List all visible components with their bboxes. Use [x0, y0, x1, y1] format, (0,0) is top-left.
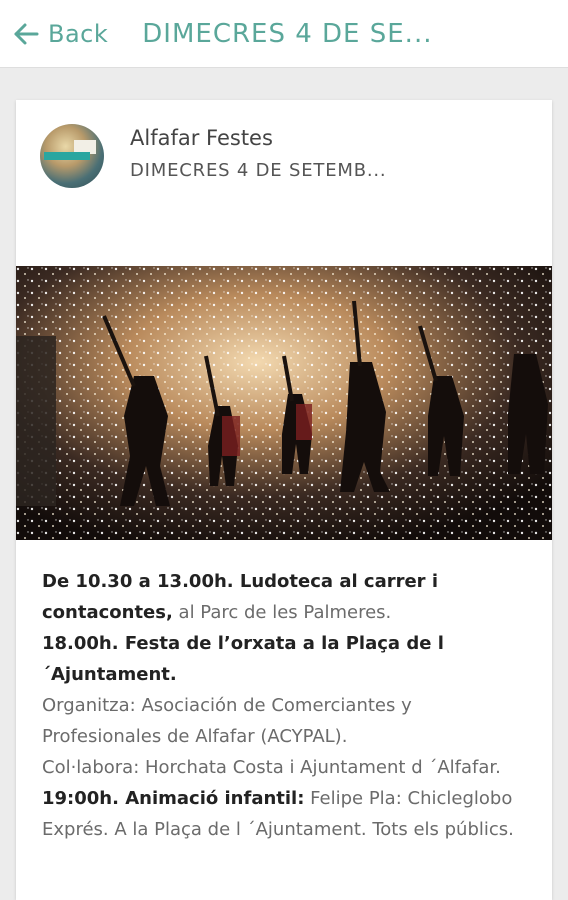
- paragraph-text: al Parc de les Palmeres.: [172, 602, 392, 623]
- back-button[interactable]: Back: [12, 20, 108, 48]
- back-label: Back: [48, 19, 109, 48]
- paragraph-bold: 19:00h. Animació infantil:: [42, 788, 305, 809]
- paragraph-bold: 18.00h. Festa de l’orxata a la Plaça de …: [42, 633, 444, 685]
- post-card: Alfafar Festes DIMECRES 4 DE SETEMB... D…: [16, 100, 552, 900]
- paragraph: Col·labora: Horchata Costa i Ajuntament …: [42, 757, 501, 778]
- paragraph: 19:00h. Animació infantil: Felipe Pla: C…: [42, 783, 522, 845]
- avatar[interactable]: [40, 124, 104, 188]
- app-header: Back DIMECRES 4 DE SE...: [0, 0, 568, 68]
- paragraph: Organitza: Asociación de Comerciantes y …: [42, 695, 412, 747]
- arrow-left-icon: [14, 23, 39, 44]
- post-header: Alfafar Festes DIMECRES 4 DE SETEMB...: [16, 100, 552, 266]
- post-subtitle: DIMECRES 4 DE SETEMB...: [130, 160, 387, 181]
- post-body: De 10.30 a 13.00h. Ludoteca al carrer i …: [42, 566, 522, 845]
- post-author: Alfafar Festes: [130, 126, 273, 150]
- paragraph: De 10.30 a 13.00h. Ludoteca al carrer i …: [42, 566, 522, 628]
- page-title: DIMECRES 4 DE SE...: [142, 18, 433, 49]
- post-image[interactable]: [16, 266, 552, 540]
- paragraph: 18.00h. Festa de l’orxata a la Plaça de …: [42, 628, 522, 690]
